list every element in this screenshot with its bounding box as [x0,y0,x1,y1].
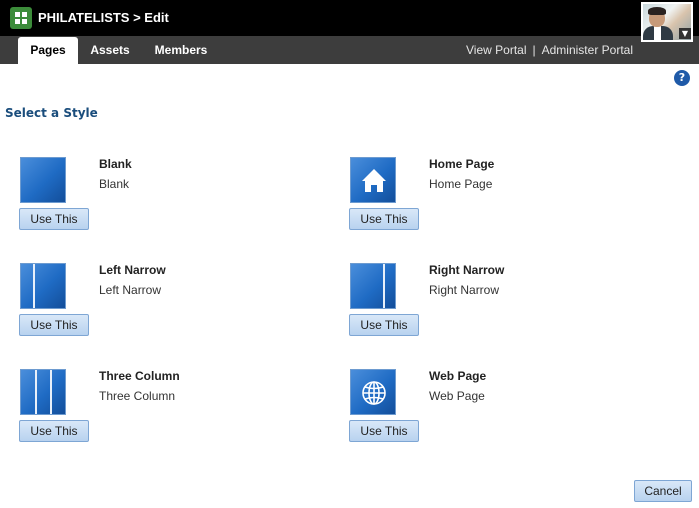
style-name: Left Narrow [99,263,166,277]
tab-members[interactable]: Members [148,36,214,64]
avatar[interactable]: ▼ [641,2,693,42]
page-title: PHILATELISTS > Edit [38,10,169,25]
style-description: Home Page [429,177,493,191]
style-option-left-narrow: Left Narrow Left Narrow Use This [19,263,319,343]
tab-bar: Pages Assets Members View Portal | Adminis… [0,36,699,64]
view-portal-link[interactable]: View Portal [466,43,526,57]
style-option-web-page: Web Page Web Page Use This [349,369,649,449]
section-title: Select a Style [5,106,98,120]
use-this-button-three-column[interactable]: Use This [19,420,89,442]
style-description: Blank [99,177,130,191]
use-this-button-web-page[interactable]: Use This [349,420,419,442]
top-bar: PHILATELISTS > Edit [0,0,699,36]
style-name: Three Column [99,369,180,383]
left-narrow-layout-icon[interactable] [20,263,66,309]
use-this-button-blank[interactable]: Use This [19,208,89,230]
tab-assets[interactable]: Assets [84,36,136,64]
chevron-down-icon[interactable]: ▼ [679,28,691,39]
link-separator: | [532,43,536,57]
use-this-button-home-page[interactable]: Use This [349,208,419,230]
style-name: Web Page [429,369,487,383]
style-description: Web Page [429,389,485,403]
style-name: Right Narrow [429,263,505,277]
right-narrow-layout-icon[interactable] [350,263,396,309]
use-this-button-left-narrow[interactable]: Use This [19,314,89,336]
style-option-blank: Blank Blank Use This [19,157,319,237]
cancel-button[interactable]: Cancel [634,480,692,502]
style-option-three-column: Three Column Three Column Use This [19,369,319,449]
style-description: Three Column [99,389,176,403]
three-column-layout-icon[interactable] [20,369,66,415]
use-this-button-right-narrow[interactable]: Use This [349,314,419,336]
style-option-right-narrow: Right Narrow Right Narrow Use This [349,263,649,343]
style-description: Left Narrow [99,283,162,297]
globe-icon[interactable] [350,369,396,415]
style-name: Blank [99,157,132,171]
tab-pages[interactable]: Pages [18,37,78,64]
home-icon[interactable] [350,157,396,203]
help-icon[interactable]: ? [674,70,690,86]
style-description: Right Narrow [429,283,500,297]
style-option-home-page: Home Page Home Page Use This [349,157,649,237]
administer-portal-link[interactable]: Administer Portal [542,43,633,57]
blank-layout-icon[interactable] [20,157,66,203]
app-grid-icon[interactable] [10,7,32,29]
style-name: Home Page [429,157,495,171]
portal-links: View Portal | Administer Portal [466,36,633,64]
